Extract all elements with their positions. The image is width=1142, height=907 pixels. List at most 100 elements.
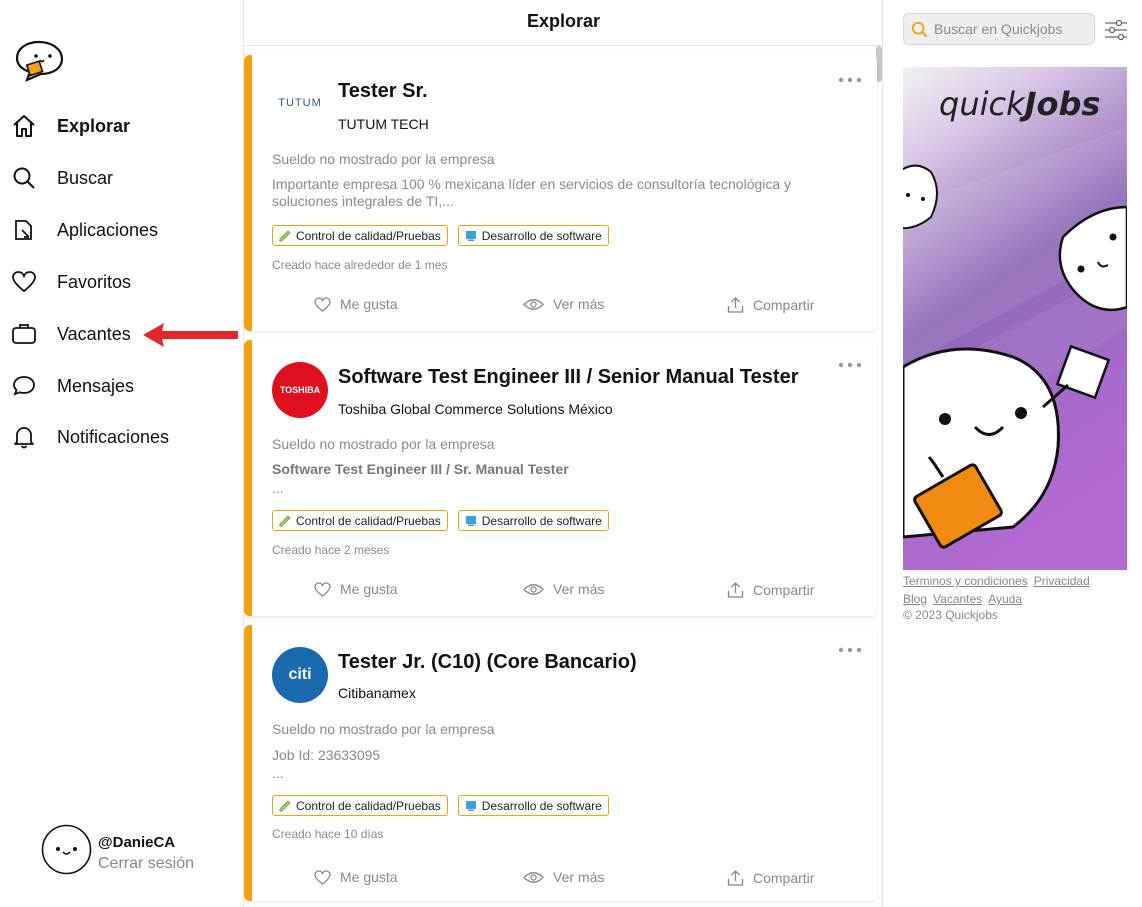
like-button[interactable]: Me gusta (314, 296, 398, 312)
share-icon (727, 582, 744, 598)
sidebar-item-label: Notificaciones (57, 426, 170, 447)
sidebar-item-label: Vacantes (57, 323, 131, 344)
company-name[interactable]: Citibanamex (338, 685, 416, 701)
company-logo-text: citi (288, 666, 312, 683)
sidebar: Explorar Buscar Aplicaciones Favoritos V… (0, 0, 243, 907)
promo-brand: quickJobs (939, 85, 1100, 123)
company-logo-toshiba: TOSHIBA (272, 362, 328, 418)
share-button[interactable]: Compartir (727, 869, 814, 886)
applications-icon (10, 216, 38, 244)
created-date: Creado hace alrededor de 1 mes (272, 258, 448, 272)
search-icon (10, 164, 38, 192)
logout-link[interactable]: Cerrar sesión (98, 855, 194, 873)
card-actions: Me gusta Ver más Compartir (252, 581, 877, 611)
more-options-icon[interactable] (837, 645, 863, 655)
search-input[interactable] (934, 21, 1094, 37)
job-description: Importante empresa 100 % mexicana líder … (272, 176, 832, 210)
tag-qa[interactable]: Control de calidad/Pruebas (272, 225, 448, 246)
action-label: Ver más (553, 296, 605, 312)
promo-banner[interactable]: quickJobs (903, 67, 1127, 570)
tag-software-dev[interactable]: Desarrollo de software (457, 795, 609, 816)
tag-label: Control de calidad/Pruebas (296, 228, 441, 243)
action-label: Me gusta (340, 296, 398, 312)
avatar[interactable] (41, 824, 92, 875)
sidebar-item-label: Buscar (57, 167, 114, 188)
action-label: Ver más (553, 581, 605, 597)
tag-label: Desarrollo de software (481, 513, 602, 528)
briefcase-icon (10, 320, 38, 348)
tag-software-dev[interactable]: Desarrollo de software (457, 510, 609, 531)
filter-sliders-icon[interactable] (1104, 18, 1128, 42)
sidebar-item-label: Mensajes (57, 375, 135, 396)
salary-text: Sueldo no mostrado por la empresa (272, 436, 495, 452)
eye-icon (523, 583, 544, 595)
feed: Explorar TUTUM Tester Sr. TUTUM TECH Sue… (243, 0, 883, 907)
vacancies-link[interactable]: Vacantes (933, 592, 982, 606)
action-label: Compartir (753, 296, 815, 313)
job-title[interactable]: Tester Jr. (C10) (Core Bancario) (338, 651, 637, 674)
footer-links: Terminos y condiciones Privacidad Blog Vac… (903, 572, 1138, 608)
promo-illustration (903, 67, 1127, 570)
sidebar-item-explorar[interactable]: Explorar (10, 106, 230, 146)
test-tube-icon (279, 229, 291, 242)
like-button[interactable]: Me gusta (314, 581, 398, 597)
salary-text: Sueldo no mostrado por la empresa (272, 151, 495, 167)
tag-software-dev[interactable]: Desarrollo de software (457, 225, 609, 246)
action-label: Me gusta (340, 869, 398, 885)
company-logo-text: TOSHIBA (279, 385, 321, 395)
test-tube-icon (279, 514, 291, 527)
view-more-button[interactable]: Ver más (523, 869, 604, 885)
sidebar-item-buscar[interactable]: Buscar (10, 158, 230, 198)
action-label: Compartir (753, 581, 815, 598)
company-name[interactable]: TUTUM TECH (338, 116, 429, 132)
sidebar-item-label: Explorar (57, 115, 131, 136)
user-profile: @DanieCA Cerrar sesión (41, 824, 231, 876)
job-card[interactable]: TUTUM Tester Sr. TUTUM TECH Sueldo no mo… (244, 55, 877, 331)
copyright: © 2023 Quickjobs (903, 608, 998, 622)
terms-link[interactable]: Terminos y condiciones (903, 574, 1028, 588)
eye-icon (523, 298, 544, 310)
created-date: Creado hace 10 días (272, 827, 384, 841)
share-button[interactable]: Compartir (727, 581, 814, 598)
description-line: ... (272, 480, 284, 496)
tag-qa[interactable]: Control de calidad/Pruebas (272, 795, 448, 816)
company-name[interactable]: Toshiba Global Commerce Solutions México (338, 401, 613, 417)
user-handle: @DanieCA (98, 834, 176, 851)
tag-qa[interactable]: Control de calidad/Pruebas (272, 510, 448, 531)
blog-link[interactable]: Blog (903, 592, 927, 606)
privacy-link[interactable]: Privacidad (1034, 574, 1090, 588)
more-options-icon[interactable] (837, 75, 863, 85)
like-button[interactable]: Me gusta (314, 869, 398, 885)
chat-bubble-icon (10, 372, 38, 400)
sidebar-item-favoritos[interactable]: Favoritos (10, 262, 230, 302)
job-description: Job Id: 23633095 ... (272, 747, 832, 782)
job-card[interactable]: citi Tester Jr. (C10) (Core Bancario) Ci… (244, 625, 877, 901)
promo-brand-light: quick (939, 85, 1025, 123)
tag-label: Desarrollo de software (481, 798, 602, 813)
job-card[interactable]: TOSHIBA Software Test Engineer III / Sen… (244, 340, 877, 616)
quickjobs-logo[interactable] (13, 39, 65, 83)
job-title[interactable]: Tester Sr. (338, 80, 428, 103)
eye-icon (523, 871, 544, 883)
card-actions: Me gusta Ver más Compartir (252, 869, 877, 899)
card-actions: Me gusta Ver más Compartir (252, 296, 877, 326)
sidebar-item-aplicaciones[interactable]: Aplicaciones (10, 210, 230, 250)
search-box[interactable] (903, 13, 1095, 45)
action-label: Compartir (753, 869, 815, 886)
heart-icon (314, 581, 331, 597)
more-options-icon[interactable] (837, 360, 863, 370)
computer-icon (465, 230, 476, 241)
company-logo-tutum: TUTUM (272, 75, 328, 131)
job-title[interactable]: Software Test Engineer III / Senior Manu… (338, 366, 798, 389)
description-line: Software Test Engineer III / Sr. Manual … (272, 461, 569, 477)
computer-icon (465, 800, 476, 811)
help-link[interactable]: Ayuda (988, 592, 1022, 606)
sidebar-item-mensajes[interactable]: Mensajes (10, 366, 230, 406)
view-more-button[interactable]: Ver más (523, 581, 604, 597)
sidebar-item-label: Favoritos (57, 271, 132, 292)
company-logo-text: TUTUM (278, 97, 322, 109)
sidebar-item-notificaciones[interactable]: Notificaciones (10, 417, 230, 457)
tag-list: Control de calidad/Pruebas Desarrollo de… (272, 225, 609, 246)
view-more-button[interactable]: Ver más (523, 296, 604, 312)
share-button[interactable]: Compartir (727, 296, 814, 313)
